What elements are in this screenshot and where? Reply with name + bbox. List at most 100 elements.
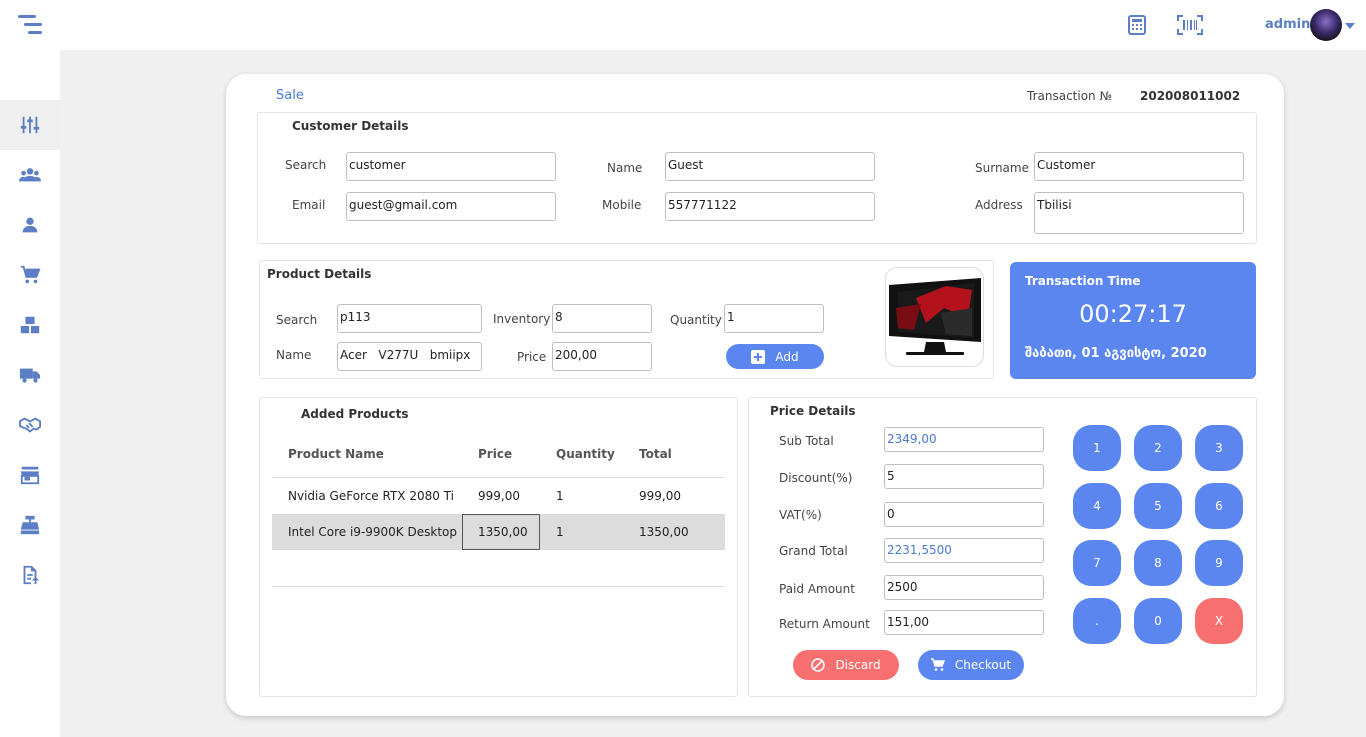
sub-total-input[interactable]: 2349,00 — [884, 427, 1044, 452]
add-product-label: Add — [775, 349, 799, 364]
product-search-input[interactable]: p113 — [337, 304, 482, 333]
column-header-quantity[interactable]: Quantity — [556, 447, 615, 461]
add-product-button[interactable]: Add — [726, 344, 824, 369]
return-amount-label: Return Amount — [779, 617, 870, 631]
customer-email-label: Email — [292, 198, 326, 212]
sidebar-item-users[interactable] — [0, 200, 60, 250]
ban-icon — [811, 658, 826, 672]
user-name[interactable]: admin — [1265, 17, 1310, 32]
keypad-2[interactable]: 2 — [1134, 425, 1182, 471]
customer-search-label: Search — [285, 158, 327, 172]
added-products-title: Added Products — [301, 407, 409, 421]
keypad-0[interactable]: 0 — [1134, 598, 1182, 644]
users-icon — [19, 168, 41, 182]
sidebar — [0, 50, 60, 737]
product-quantity-input[interactable]: 1 — [724, 304, 824, 333]
sidebar-item-shipping[interactable] — [0, 350, 60, 400]
sidebar-item-cart[interactable] — [0, 250, 60, 300]
customer-details-title: Customer Details — [292, 119, 409, 133]
checkout-label: Checkout — [954, 658, 1012, 672]
discard-button[interactable]: Discard — [793, 650, 899, 680]
customer-surname-label: Surname — [975, 161, 1029, 175]
customer-mobile-input[interactable]: 557771122 — [665, 192, 875, 221]
column-header-total[interactable]: Total — [639, 447, 672, 461]
sidebar-item-sales[interactable] — [0, 100, 60, 150]
sidebar-item-reports[interactable] — [0, 550, 60, 600]
row-total: 999,00 — [639, 489, 681, 503]
keypad-decimal[interactable]: . — [1073, 598, 1121, 644]
paid-amount-input[interactable]: 2500 — [884, 575, 1044, 600]
table-row-selected[interactable]: Intel Core i9-9900K Desktop 1350,00 1 13… — [272, 514, 725, 550]
customer-address-input[interactable]: Tbilisi — [1034, 192, 1244, 234]
menu-toggle-icon[interactable] — [18, 14, 44, 36]
keypad-9[interactable]: 9 — [1195, 540, 1243, 586]
sidebar-item-cash-register[interactable] — [0, 500, 60, 550]
row-quantity: 1 — [556, 489, 564, 503]
grand-total-label: Grand Total — [779, 544, 848, 558]
customer-search-input[interactable]: customer — [346, 152, 556, 181]
plus-square-icon — [751, 349, 766, 364]
checkout-button[interactable]: Checkout — [918, 650, 1024, 680]
keypad-6[interactable]: 6 — [1195, 483, 1243, 529]
top-bar: admin — [0, 0, 1366, 50]
sidebar-item-customers[interactable] — [0, 150, 60, 200]
vat-label: VAT(%) — [779, 508, 822, 522]
product-price-input[interactable]: 200,00 — [552, 342, 652, 371]
keypad-1[interactable]: 1 — [1073, 425, 1121, 471]
added-products-panel: Added Products Product Name Price Quanti… — [259, 397, 738, 697]
sidebar-item-partners[interactable] — [0, 400, 60, 450]
product-name-input[interactable]: Acer V277U bmiipx 27 — [337, 342, 482, 371]
product-price-label: Price — [517, 350, 547, 364]
transaction-clock: 00:27:17 — [1079, 300, 1187, 328]
price-details-title: Price Details — [770, 404, 856, 418]
column-header-price[interactable]: Price — [478, 447, 512, 461]
cart-icon — [20, 265, 41, 284]
boxes-icon — [20, 316, 40, 334]
keypad-4[interactable]: 4 — [1073, 483, 1121, 529]
grand-total-input[interactable]: 2231,5500 — [884, 538, 1044, 563]
keypad-3[interactable]: 3 — [1195, 425, 1243, 471]
user-dropdown-icon[interactable] — [1345, 23, 1355, 29]
product-inventory-input[interactable]: 8 — [552, 304, 652, 333]
cart-icon — [930, 658, 945, 671]
sub-total-label: Sub Total — [779, 434, 834, 448]
row-total: 1350,00 — [639, 525, 689, 539]
avatar[interactable] — [1310, 9, 1342, 41]
price-details-panel: Price Details Sub Total 2349,00 Discount… — [748, 397, 1257, 697]
transaction-date: შაბათი, 01 აგვისტო, 2020 — [1025, 346, 1207, 361]
sliders-icon — [20, 116, 40, 134]
transaction-number-label: Transaction № — [1027, 89, 1112, 103]
discard-label: Discard — [835, 658, 881, 672]
keypad-5[interactable]: 5 — [1134, 483, 1182, 529]
discount-input[interactable]: 5 — [884, 464, 1044, 489]
keypad-clear[interactable]: X — [1195, 598, 1243, 644]
sidebar-item-inventory[interactable] — [0, 300, 60, 350]
table-bottom-divider — [272, 586, 725, 587]
row-quantity: 1 — [556, 525, 564, 539]
customer-email-input[interactable]: guest@gmail.com — [346, 192, 556, 221]
report-upload-icon — [23, 565, 40, 585]
user-icon — [22, 217, 38, 233]
transaction-time-panel: Transaction Time 00:27:17 შაბათი, 01 აგვ… — [1010, 262, 1256, 379]
sale-card: Sale Transaction № 202008011002 Customer… — [226, 74, 1284, 716]
transaction-time-title: Transaction Time — [1025, 274, 1141, 288]
return-amount-input[interactable]: 151,00 — [884, 610, 1044, 635]
calculator-icon[interactable] — [1128, 15, 1146, 39]
product-image — [885, 267, 984, 367]
customer-name-input[interactable]: Guest — [665, 152, 875, 181]
table-row[interactable]: Nvidia GeForce RTX 2080 Ti 999,00 1 999,… — [272, 478, 725, 514]
sidebar-item-store[interactable] — [0, 450, 60, 500]
customer-name-label: Name — [607, 161, 643, 175]
cash-register-icon — [20, 515, 40, 535]
discount-label: Discount(%) — [779, 471, 853, 485]
keypad-8[interactable]: 8 — [1134, 540, 1182, 586]
row-product-name: Intel Core i9-9900K Desktop — [288, 525, 457, 539]
handshake-icon — [19, 417, 41, 433]
column-header-product-name[interactable]: Product Name — [288, 447, 384, 461]
customer-surname-input[interactable]: Customer — [1034, 152, 1244, 181]
row-product-name: Nvidia GeForce RTX 2080 Ti — [288, 489, 454, 503]
vat-input[interactable]: 0 — [884, 502, 1044, 527]
keypad-7[interactable]: 7 — [1073, 540, 1121, 586]
barcode-icon[interactable] — [1177, 15, 1203, 39]
transaction-number: 202008011002 — [1140, 89, 1241, 103]
